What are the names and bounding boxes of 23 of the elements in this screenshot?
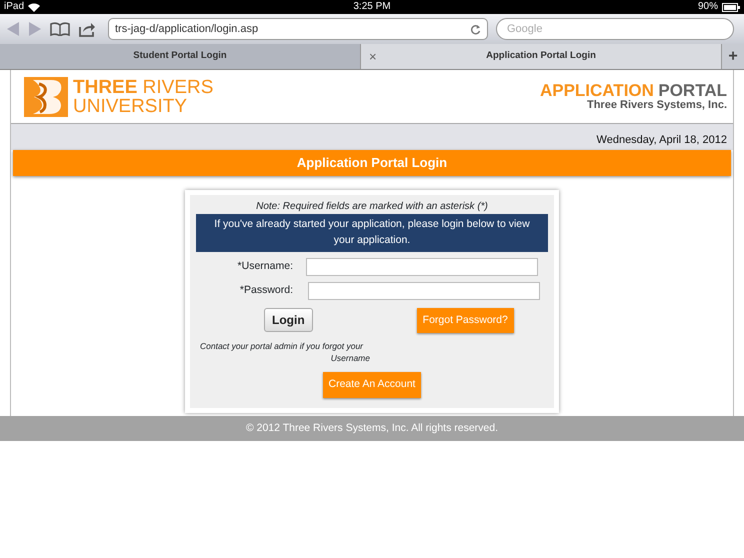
contact-note: Contact your portal admin if you forgot your Username [200,341,370,364]
close-tab-icon[interactable]: × [369,46,377,66]
required-note: Note: Required fields are marked with an asterisk (*) [255,200,489,214]
portal-title: APPLICATION PORTAL [540,82,727,100]
info-banner: If you've already started your application, please login below to view your application. [196,214,548,252]
address-bar[interactable]: trs-jag-d/application/login.asp [108,18,488,40]
footer-text: © 2012 Three Rivers Systems, Inc. All rights reserved. [246,420,498,436]
date-text: Wednesday, April 18, 2012 [596,134,727,146]
clock: 3:25 PM [353,0,391,14]
logo-text: THREE RIVERS [73,78,214,96]
search-field[interactable]: Google [496,18,734,40]
field-label: *Password: [238,282,294,298]
logo-text: UNIVERSITY [73,96,188,116]
url-text: trs-jag-d/application/login.asp [115,22,258,37]
battery-percent: 90% [698,0,718,14]
device-name: iPad [4,0,24,14]
new-tab-button[interactable]: + [722,44,744,69]
login-button[interactable]: Login [264,308,313,332]
browser-tab[interactable]: Student Portal Login [133,49,227,64]
page-title: Application Portal Login [296,154,448,172]
company-name: Three Rivers Systems, Inc. [586,100,727,111]
browser-tab[interactable]: Application Portal Login [486,49,596,64]
field-label: *Username: [236,258,294,274]
